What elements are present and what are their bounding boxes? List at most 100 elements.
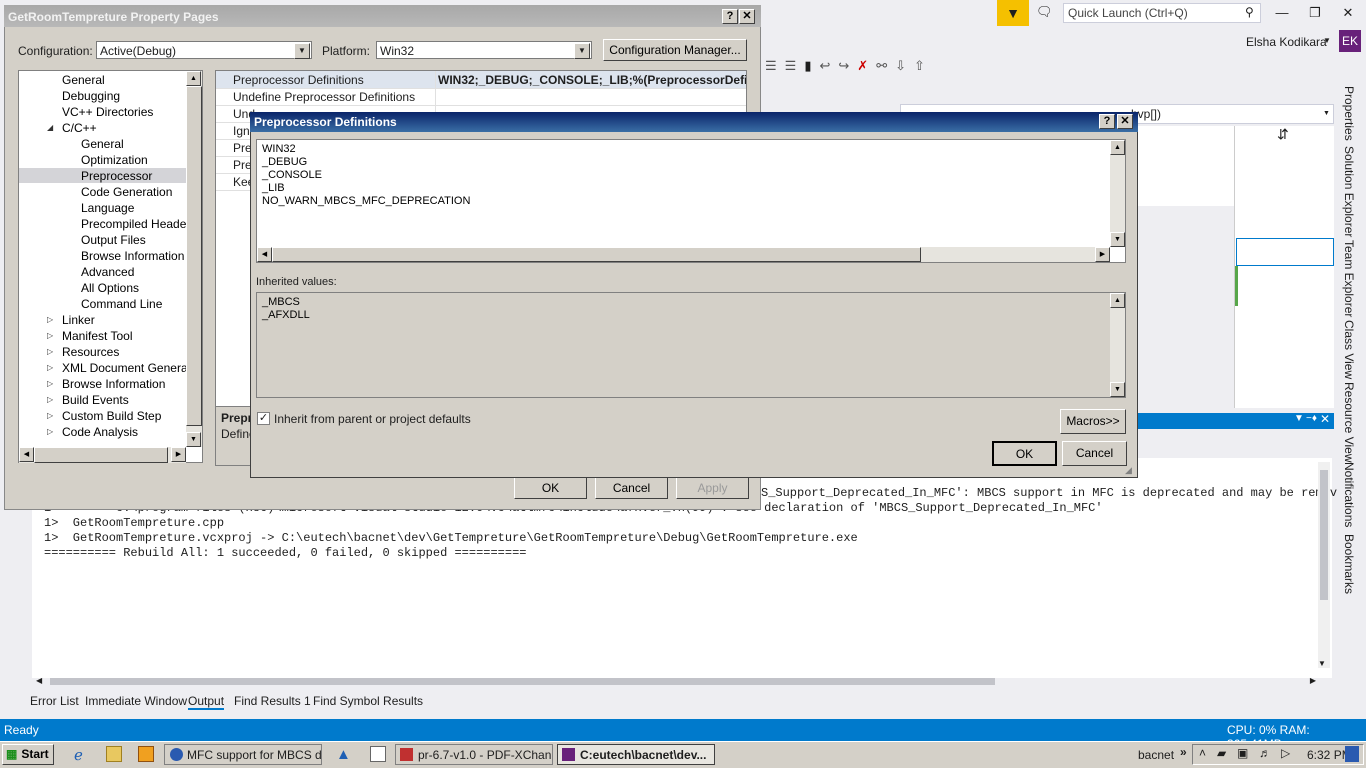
speaker-icon[interactable]: ▷: [1281, 746, 1290, 760]
scroll-up-icon[interactable]: ▲: [1110, 293, 1125, 308]
prev-bookmark-icon[interactable]: ↩: [819, 58, 838, 73]
tree-horizontal-scrollbar[interactable]: ◀ ▶: [19, 447, 186, 463]
tree-item[interactable]: XML Document Generator: [62, 361, 202, 375]
close-icon[interactable]: ✕: [739, 9, 755, 24]
display-icon[interactable]: ▣: [1237, 746, 1248, 760]
configuration-manager-button[interactable]: Configuration Manager...: [603, 39, 747, 61]
definition-line[interactable]: NO_WARN_MBCS_MFC_DEPRECATION: [262, 195, 470, 207]
expand-icon[interactable]: ▷: [47, 395, 53, 404]
expand-icon[interactable]: ▷: [47, 427, 53, 436]
collapse-icon[interactable]: ◢: [47, 123, 53, 132]
tab-find-results-1[interactable]: Find Results 1: [234, 694, 311, 708]
tab-properties[interactable]: Properties: [1342, 86, 1356, 141]
tab-error-list[interactable]: Error List: [30, 694, 79, 708]
scroll-right-icon[interactable]: ▶: [171, 447, 186, 462]
notepad-icon[interactable]: [370, 746, 386, 762]
definition-line[interactable]: WIN32: [262, 143, 296, 155]
restore-icon[interactable]: ❐: [1301, 5, 1329, 23]
tab-bookmarks[interactable]: Bookmarks: [1342, 534, 1356, 594]
ok-button[interactable]: OK: [992, 441, 1057, 466]
resize-grip-icon[interactable]: ◢: [1125, 465, 1132, 476]
preprocessor-titlebar[interactable]: Preprocessor Definitions: [250, 112, 1138, 132]
close-icon[interactable]: ✕: [1334, 5, 1362, 23]
apply-button[interactable]: Apply: [676, 477, 749, 499]
notification-icon[interactable]: [1345, 746, 1359, 762]
scroll-down-icon[interactable]: ▼: [186, 432, 201, 447]
tree-item[interactable]: Advanced: [81, 265, 134, 279]
definition-line[interactable]: _CONSOLE: [262, 169, 322, 181]
find-icon[interactable]: ⚯: [876, 58, 895, 73]
platform-select[interactable]: Win32 ▼: [376, 41, 592, 59]
grid-row[interactable]: Undefine Preprocessor Definitions: [216, 88, 746, 106]
window-menu-icon[interactable]: ▼: [1294, 413, 1304, 424]
tree-item[interactable]: Preprocessor: [81, 169, 152, 183]
tab-resource-view[interactable]: Resource View: [1342, 382, 1356, 462]
feedback-icon[interactable]: 🗨: [1036, 4, 1054, 20]
start-button[interactable]: ▦ Start: [2, 744, 54, 765]
chevron-down-icon[interactable]: ▼: [574, 43, 590, 59]
close-icon[interactable]: ✕: [1117, 114, 1133, 129]
toolbar-label[interactable]: bacnet: [1138, 748, 1174, 762]
scroll-up-icon[interactable]: ▲: [186, 71, 201, 86]
tray-arrow-icon[interactable]: ˄: [1199, 746, 1206, 760]
tree-item[interactable]: Resources: [62, 345, 119, 359]
cancel-button[interactable]: Cancel: [595, 477, 668, 499]
inherited-vertical-scrollbar[interactable]: ▲ ▼: [1110, 293, 1125, 397]
tree-item[interactable]: General: [62, 73, 105, 87]
taskbar-item-pdf-xchange[interactable]: pr-6.7-v1.0 - PDF-XChan...: [395, 744, 553, 765]
tab-class-view[interactable]: Class View: [1342, 320, 1356, 379]
scroll-down-icon[interactable]: ▼: [1110, 232, 1125, 247]
user-name[interactable]: Elsha Kodikara: [1246, 35, 1327, 49]
expand-icon[interactable]: ▷: [47, 411, 53, 420]
scroll-left-icon[interactable]: ◀: [257, 247, 272, 262]
split-icon[interactable]: ⇵: [1277, 126, 1289, 143]
cancel-button[interactable]: Cancel: [1062, 441, 1127, 466]
tree-item[interactable]: Code Analysis: [62, 425, 138, 439]
tab-immediate-window[interactable]: Immediate Window: [85, 694, 187, 708]
network-icon[interactable]: ▰: [1217, 746, 1226, 760]
output-vertical-scrollbar[interactable]: ▼: [1318, 462, 1330, 668]
grid-row-selected[interactable]: Preprocessor Definitions WIN32;_DEBUG;_C…: [216, 71, 746, 89]
tree-item[interactable]: General: [81, 137, 124, 151]
expand-icon[interactable]: ▷: [47, 379, 53, 388]
property-pages-titlebar[interactable]: GetRoomTempreture Property Pages: [4, 5, 761, 27]
tree-item[interactable]: Linker: [62, 313, 95, 327]
tab-output[interactable]: Output: [188, 694, 225, 710]
quick-launch-input[interactable]: Quick Launch (Ctrl+Q): [1063, 3, 1261, 23]
feedback-filter-icon[interactable]: ▼: [997, 0, 1029, 26]
chevron-down-icon[interactable]: ▼: [294, 43, 310, 59]
step-up-icon[interactable]: ⇧: [914, 58, 933, 73]
taskbar-item-visual-studio[interactable]: C:eutech\bacnet\dev...: [557, 744, 715, 765]
expand-icon[interactable]: ▷: [47, 347, 53, 356]
output-window-titlebar[interactable]: ▼ −♦ ✕: [1138, 412, 1334, 429]
tab-team-explorer[interactable]: Team Explorer: [1342, 240, 1356, 317]
chevron-down-icon[interactable]: ▼: [1323, 110, 1330, 117]
clear-bookmarks-icon[interactable]: ✗: [857, 58, 876, 73]
help-icon[interactable]: ?: [1099, 114, 1115, 129]
definition-line[interactable]: _LIB: [262, 182, 285, 194]
uncomment-icon[interactable]: ☰: [785, 58, 805, 73]
tree-item[interactable]: Debugging: [62, 89, 120, 103]
inherit-checkbox[interactable]: ✓: [257, 412, 270, 425]
comment-icon[interactable]: ☰: [765, 58, 785, 73]
minimap[interactable]: [1234, 126, 1334, 408]
tree-item[interactable]: Optimization: [81, 153, 148, 167]
tree-item[interactable]: Manifest Tool: [62, 329, 132, 343]
scroll-left-icon[interactable]: ◀: [19, 447, 34, 462]
tree-item[interactable]: Browse Information: [62, 377, 165, 391]
avatar[interactable]: EK: [1339, 30, 1361, 52]
definition-line[interactable]: _DEBUG: [262, 156, 307, 168]
taskbar-item-browser[interactable]: MFC support for MBCS d...: [164, 744, 322, 765]
tree-item[interactable]: Code Generation: [81, 185, 172, 199]
scroll-thumb[interactable]: [272, 247, 921, 262]
expand-icon[interactable]: ▷: [47, 363, 53, 372]
search-icon[interactable]: ⚲: [1245, 5, 1254, 19]
chevron-down-icon[interactable]: ▼: [1323, 36, 1331, 45]
toolbar-expand-icon[interactable]: »: [1180, 745, 1187, 759]
tree-vertical-scrollbar[interactable]: ▲ ▼: [186, 71, 202, 447]
folder-icon[interactable]: [106, 746, 122, 762]
definitions-horizontal-scrollbar[interactable]: ◀ ▶: [257, 247, 1110, 262]
volume-icon[interactable]: ♬: [1259, 746, 1271, 760]
minimize-icon[interactable]: —: [1268, 5, 1296, 23]
tree-item[interactable]: Browse Information: [81, 249, 184, 263]
